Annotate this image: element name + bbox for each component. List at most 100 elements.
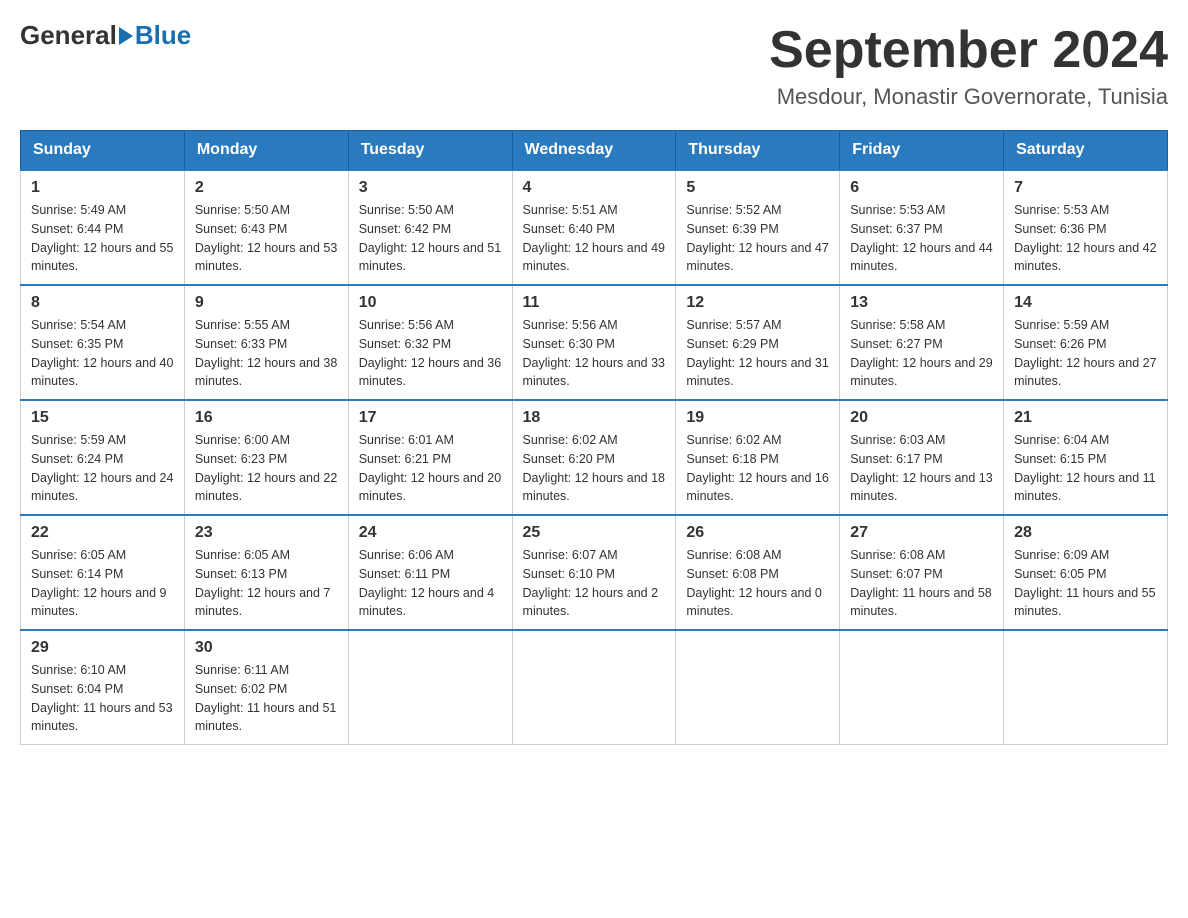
calendar-cell: 4 Sunrise: 5:51 AMSunset: 6:40 PMDaylight…	[512, 170, 676, 285]
day-info: Sunrise: 5:58 AMSunset: 6:27 PMDaylight:…	[850, 316, 993, 391]
calendar-cell: 5 Sunrise: 5:52 AMSunset: 6:39 PMDaylight…	[676, 170, 840, 285]
logo: General Blue	[20, 20, 191, 51]
calendar-cell: 17 Sunrise: 6:01 AMSunset: 6:21 PMDayligh…	[348, 400, 512, 515]
calendar-week-row-4: 22 Sunrise: 6:05 AMSunset: 6:14 PMDayligh…	[21, 515, 1168, 630]
calendar-cell: 29 Sunrise: 6:10 AMSunset: 6:04 PMDayligh…	[21, 630, 185, 745]
day-number: 4	[523, 179, 666, 197]
day-info: Sunrise: 5:50 AMSunset: 6:42 PMDaylight:…	[359, 201, 502, 276]
day-number: 3	[359, 179, 502, 197]
calendar-cell: 9 Sunrise: 5:55 AMSunset: 6:33 PMDaylight…	[184, 285, 348, 400]
day-info: Sunrise: 6:05 AMSunset: 6:13 PMDaylight:…	[195, 546, 338, 621]
day-info: Sunrise: 6:02 AMSunset: 6:18 PMDaylight:…	[686, 431, 829, 506]
day-info: Sunrise: 6:10 AMSunset: 6:04 PMDaylight:…	[31, 661, 174, 736]
calendar-cell: 25 Sunrise: 6:07 AMSunset: 6:10 PMDayligh…	[512, 515, 676, 630]
day-number: 2	[195, 179, 338, 197]
weekday-header-row: SundayMondayTuesdayWednesdayThursdayFrid…	[21, 131, 1168, 171]
calendar-cell	[676, 630, 840, 745]
day-number: 20	[850, 409, 993, 427]
calendar-cell: 23 Sunrise: 6:05 AMSunset: 6:13 PMDayligh…	[184, 515, 348, 630]
calendar-table: SundayMondayTuesdayWednesdayThursdayFrid…	[20, 130, 1168, 745]
calendar-cell: 27Sunrise: 6:08 AMSunset: 6:07 PMDayligh…	[840, 515, 1004, 630]
day-info: Sunrise: 5:53 AMSunset: 6:37 PMDaylight:…	[850, 201, 993, 276]
day-number: 11	[523, 294, 666, 312]
calendar-week-row-1: 1 Sunrise: 5:49 AMSunset: 6:44 PMDaylight…	[21, 170, 1168, 285]
day-info: Sunrise: 5:56 AMSunset: 6:30 PMDaylight:…	[523, 316, 666, 391]
calendar-week-row-3: 15 Sunrise: 5:59 AMSunset: 6:24 PMDayligh…	[21, 400, 1168, 515]
calendar-cell: 26 Sunrise: 6:08 AMSunset: 6:08 PMDayligh…	[676, 515, 840, 630]
day-info: Sunrise: 5:57 AMSunset: 6:29 PMDaylight:…	[686, 316, 829, 391]
day-info: Sunrise: 6:08 AMSunset: 6:08 PMDaylight:…	[686, 546, 829, 621]
day-info: Sunrise: 5:59 AMSunset: 6:24 PMDaylight:…	[31, 431, 174, 506]
day-number: 12	[686, 294, 829, 312]
logo-general-text: General	[20, 20, 117, 51]
calendar-cell	[1004, 630, 1168, 745]
day-info: Sunrise: 5:51 AMSunset: 6:40 PMDaylight:…	[523, 201, 666, 276]
day-number: 24	[359, 524, 502, 542]
calendar-cell: 11 Sunrise: 5:56 AMSunset: 6:30 PMDayligh…	[512, 285, 676, 400]
day-info: Sunrise: 5:49 AMSunset: 6:44 PMDaylight:…	[31, 201, 174, 276]
day-info: Sunrise: 6:06 AMSunset: 6:11 PMDaylight:…	[359, 546, 502, 621]
day-number: 9	[195, 294, 338, 312]
day-number: 5	[686, 179, 829, 197]
day-number: 1	[31, 179, 174, 197]
calendar-cell: 8 Sunrise: 5:54 AMSunset: 6:35 PMDaylight…	[21, 285, 185, 400]
day-info: Sunrise: 6:09 AMSunset: 6:05 PMDaylight:…	[1014, 546, 1157, 621]
weekday-header-saturday: Saturday	[1004, 131, 1168, 171]
calendar-cell	[512, 630, 676, 745]
title-block: September 2024 Mesdour, Monastir Governo…	[769, 20, 1168, 110]
day-info: Sunrise: 6:04 AMSunset: 6:15 PMDaylight:…	[1014, 431, 1157, 506]
calendar-cell: 19Sunrise: 6:02 AMSunset: 6:18 PMDayligh…	[676, 400, 840, 515]
day-number: 28	[1014, 524, 1157, 542]
day-info: Sunrise: 6:07 AMSunset: 6:10 PMDaylight:…	[523, 546, 666, 621]
day-number: 25	[523, 524, 666, 542]
weekday-header-friday: Friday	[840, 131, 1004, 171]
day-info: Sunrise: 6:05 AMSunset: 6:14 PMDaylight:…	[31, 546, 174, 621]
calendar-cell: 10 Sunrise: 5:56 AMSunset: 6:32 PMDayligh…	[348, 285, 512, 400]
day-info: Sunrise: 6:00 AMSunset: 6:23 PMDaylight:…	[195, 431, 338, 506]
calendar-cell: 13Sunrise: 5:58 AMSunset: 6:27 PMDayligh…	[840, 285, 1004, 400]
calendar-cell: 14Sunrise: 5:59 AMSunset: 6:26 PMDayligh…	[1004, 285, 1168, 400]
calendar-week-row-5: 29 Sunrise: 6:10 AMSunset: 6:04 PMDayligh…	[21, 630, 1168, 745]
logo-blue-text: Blue	[135, 20, 191, 51]
calendar-cell	[840, 630, 1004, 745]
day-number: 29	[31, 639, 174, 657]
day-number: 10	[359, 294, 502, 312]
day-info: Sunrise: 5:52 AMSunset: 6:39 PMDaylight:…	[686, 201, 829, 276]
day-info: Sunrise: 5:55 AMSunset: 6:33 PMDaylight:…	[195, 316, 338, 391]
day-number: 21	[1014, 409, 1157, 427]
location-title: Mesdour, Monastir Governorate, Tunisia	[769, 84, 1168, 110]
month-title: September 2024	[769, 20, 1168, 80]
page-header: General Blue September 2024 Mesdour, Mon…	[20, 20, 1168, 110]
calendar-cell: 16Sunrise: 6:00 AMSunset: 6:23 PMDayligh…	[184, 400, 348, 515]
day-number: 7	[1014, 179, 1157, 197]
calendar-cell: 15 Sunrise: 5:59 AMSunset: 6:24 PMDayligh…	[21, 400, 185, 515]
day-info: Sunrise: 5:53 AMSunset: 6:36 PMDaylight:…	[1014, 201, 1157, 276]
day-info: Sunrise: 6:03 AMSunset: 6:17 PMDaylight:…	[850, 431, 993, 506]
day-number: 15	[31, 409, 174, 427]
day-info: Sunrise: 5:59 AMSunset: 6:26 PMDaylight:…	[1014, 316, 1157, 391]
weekday-header-tuesday: Tuesday	[348, 131, 512, 171]
day-info: Sunrise: 6:02 AMSunset: 6:20 PMDaylight:…	[523, 431, 666, 506]
calendar-cell: 21 Sunrise: 6:04 AMSunset: 6:15 PMDayligh…	[1004, 400, 1168, 515]
calendar-cell: 22 Sunrise: 6:05 AMSunset: 6:14 PMDayligh…	[21, 515, 185, 630]
calendar-cell: 7 Sunrise: 5:53 AMSunset: 6:36 PMDaylight…	[1004, 170, 1168, 285]
day-info: Sunrise: 6:11 AMSunset: 6:02 PMDaylight:…	[195, 661, 338, 736]
calendar-week-row-2: 8 Sunrise: 5:54 AMSunset: 6:35 PMDaylight…	[21, 285, 1168, 400]
day-number: 23	[195, 524, 338, 542]
weekday-header-sunday: Sunday	[21, 131, 185, 171]
weekday-header-wednesday: Wednesday	[512, 131, 676, 171]
calendar-cell: 3 Sunrise: 5:50 AMSunset: 6:42 PMDaylight…	[348, 170, 512, 285]
day-info: Sunrise: 5:54 AMSunset: 6:35 PMDaylight:…	[31, 316, 174, 391]
day-number: 22	[31, 524, 174, 542]
day-info: Sunrise: 6:01 AMSunset: 6:21 PMDaylight:…	[359, 431, 502, 506]
weekday-header-thursday: Thursday	[676, 131, 840, 171]
calendar-cell: 6Sunrise: 5:53 AMSunset: 6:37 PMDaylight…	[840, 170, 1004, 285]
day-info: Sunrise: 5:50 AMSunset: 6:43 PMDaylight:…	[195, 201, 338, 276]
day-number: 8	[31, 294, 174, 312]
day-number: 26	[686, 524, 829, 542]
day-number: 17	[359, 409, 502, 427]
day-number: 18	[523, 409, 666, 427]
calendar-cell: 12 Sunrise: 5:57 AMSunset: 6:29 PMDayligh…	[676, 285, 840, 400]
day-info: Sunrise: 5:56 AMSunset: 6:32 PMDaylight:…	[359, 316, 502, 391]
calendar-cell: 28 Sunrise: 6:09 AMSunset: 6:05 PMDayligh…	[1004, 515, 1168, 630]
